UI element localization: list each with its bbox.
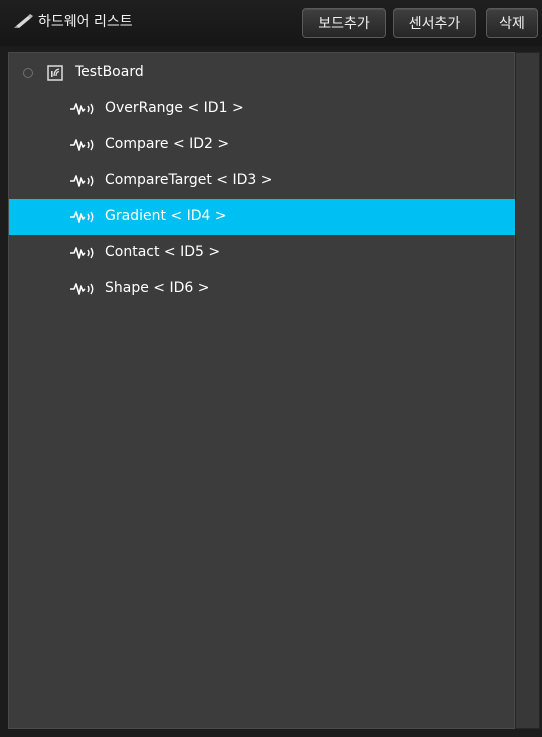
sensor-label: Gradient < ID4 > [105,208,227,224]
hardware-tree[interactable]: TestBoard OverRange < ID1 > Compare < ID2… [8,52,515,729]
board-icon [47,65,63,81]
sensor-label: CompareTarget < ID3 > [105,172,273,188]
sensor-wave-icon [70,247,94,259]
panel-title: 하드웨어 리스트 [12,10,133,32]
add-board-button[interactable]: 보드추가 [302,8,386,38]
delete-button[interactable]: 삭제 [486,8,538,38]
tree-sensor-row[interactable]: OverRange < ID1 > [9,91,515,127]
tree-sensor-row[interactable]: CompareTarget < ID3 > [9,163,515,199]
sensor-wave-icon [70,103,94,115]
tree-sensor-row[interactable]: Compare < ID2 > [9,127,515,163]
tree-sensor-row[interactable]: Gradient < ID4 > [9,199,515,235]
tree-sensor-row[interactable]: Contact < ID5 > [9,235,515,271]
board-label: TestBoard [75,64,144,80]
pen-icon [14,14,33,28]
sensor-wave-icon [70,175,94,187]
expand-toggle-icon[interactable] [23,68,33,78]
sensor-label: Shape < ID6 > [105,280,210,296]
add-sensor-button[interactable]: 센서추가 [393,8,476,38]
sensor-label: Contact < ID5 > [105,244,221,260]
sensor-label: OverRange < ID1 > [105,100,244,116]
sensor-label: Compare < ID2 > [105,136,230,152]
vertical-scrollbar[interactable] [515,52,540,729]
panel-title-text: 하드웨어 리스트 [38,14,133,30]
sensor-wave-icon [70,139,94,151]
tree-sensor-row[interactable]: Shape < ID6 > [9,271,515,307]
sensor-wave-icon [70,283,94,295]
sensor-wave-icon [70,211,94,223]
tree-board-row[interactable]: TestBoard [9,55,515,91]
panel-header: 하드웨어 리스트 보드추가 센서추가 삭제 [0,0,542,46]
